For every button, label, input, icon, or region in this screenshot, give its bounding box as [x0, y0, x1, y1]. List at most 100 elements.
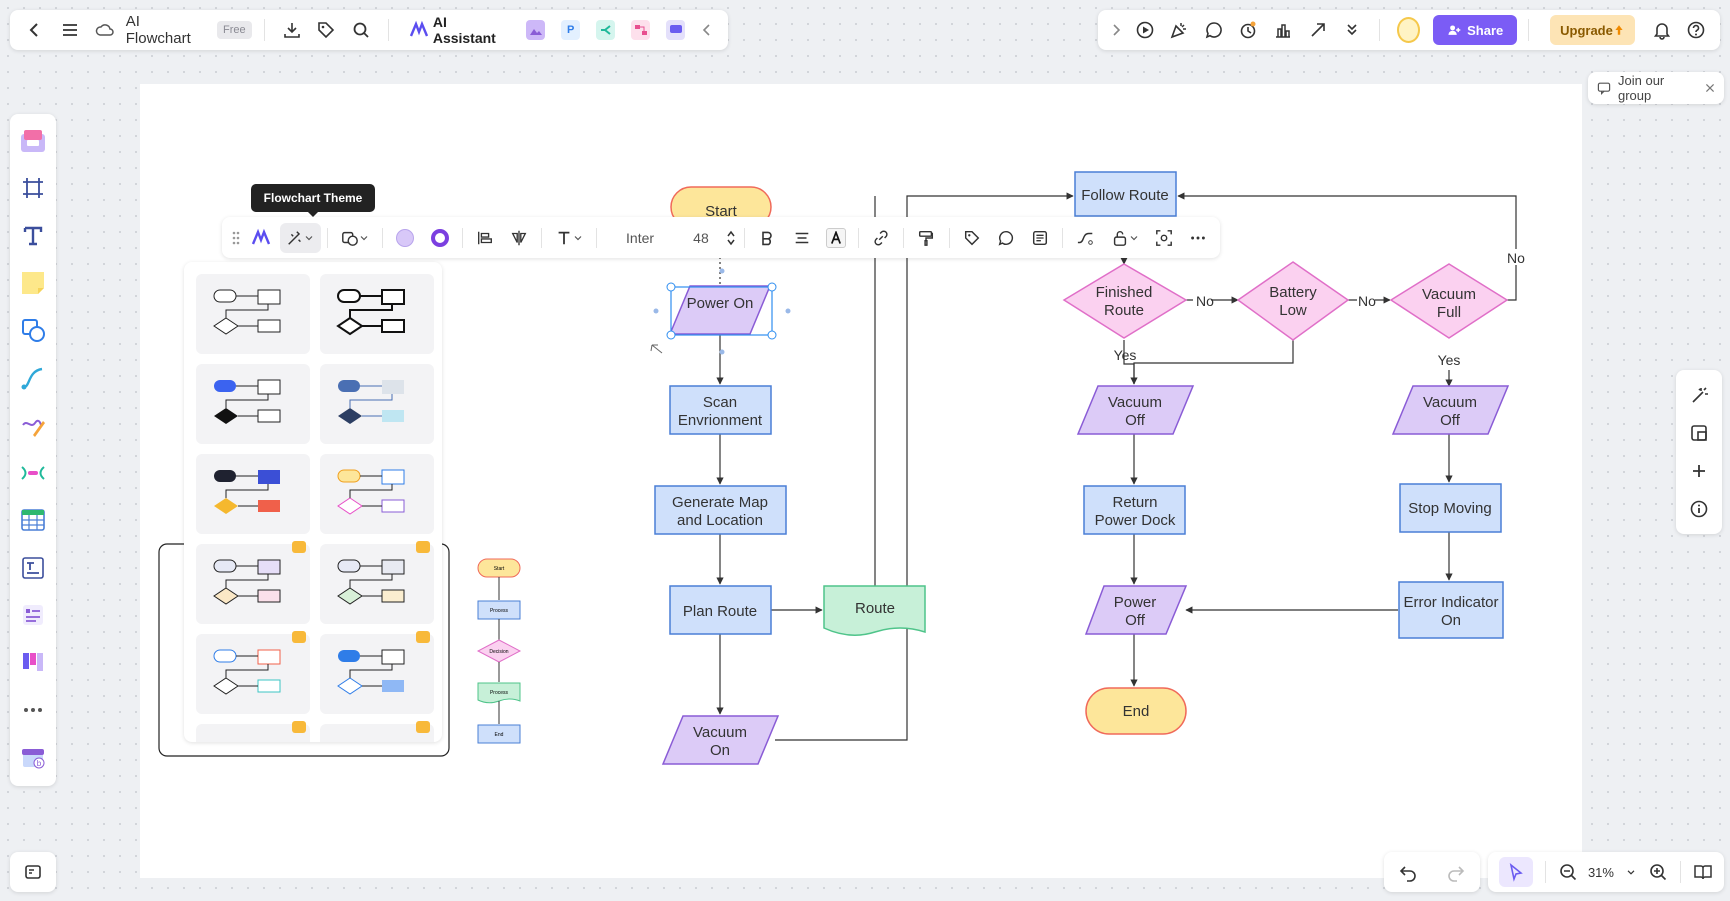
sticky-note-icon[interactable] — [14, 264, 52, 301]
theme-option-pastel-1[interactable] — [196, 541, 310, 624]
help-icon[interactable] — [1680, 14, 1712, 46]
zoom-level[interactable]: 31% — [1588, 865, 1614, 880]
more-chevrons-icon[interactable] — [1336, 14, 1368, 46]
node-route-document[interactable]: Route — [823, 585, 926, 636]
node-scan-environment[interactable]: Scan Envrionment — [669, 385, 772, 435]
text-color-icon[interactable] — [820, 223, 852, 253]
info-icon[interactable] — [1689, 499, 1709, 519]
search-icon[interactable] — [345, 14, 375, 46]
fill-color-icon[interactable] — [389, 223, 421, 253]
theme-option-more-1[interactable] — [196, 721, 310, 742]
ai-style-icon[interactable] — [245, 223, 277, 253]
tag-icon[interactable] — [955, 223, 987, 253]
node-power-on[interactable]: Power On — [653, 268, 791, 355]
align-icon[interactable] — [469, 223, 501, 253]
more-tools-icon[interactable] — [14, 691, 52, 728]
theme-option-dark-color[interactable] — [196, 454, 310, 534]
kanban-icon[interactable] — [14, 644, 52, 681]
text-block-icon[interactable] — [14, 549, 52, 586]
shapes-icon[interactable] — [14, 312, 52, 349]
mini-flowchart[interactable]: Start Process Decision Process End — [476, 558, 522, 744]
user-avatar[interactable] — [1396, 17, 1421, 43]
drag-handle-icon[interactable] — [228, 223, 243, 253]
notification-bell-icon[interactable] — [1646, 14, 1678, 46]
theme-option-bold-outline[interactable] — [320, 274, 434, 354]
redo-icon[interactable] — [1446, 862, 1466, 882]
node-return-power-dock[interactable]: Return Power Dock — [1083, 485, 1186, 535]
node-vacuum-on[interactable]: Vacuum On — [661, 715, 780, 765]
menu-icon[interactable] — [54, 14, 84, 46]
font-size-stepper-icon[interactable] — [725, 223, 738, 253]
comment-icon[interactable] — [990, 223, 1022, 253]
chat-app-icon[interactable] — [666, 20, 686, 40]
tag-icon[interactable] — [311, 14, 341, 46]
theme-option-blue[interactable] — [320, 631, 434, 714]
download-icon[interactable] — [277, 14, 307, 46]
timer-icon[interactable] — [1233, 14, 1265, 46]
focus-icon[interactable] — [1147, 223, 1179, 253]
theme-option-blue-black[interactable] — [196, 364, 310, 444]
comment-icon[interactable] — [1198, 14, 1230, 46]
back-arrow-icon[interactable] — [20, 14, 50, 46]
note-icon[interactable] — [1024, 223, 1056, 253]
theme-option-vivid-outline[interactable] — [320, 454, 434, 534]
document-title[interactable]: AI Flowchart — [126, 13, 205, 47]
table-icon[interactable] — [14, 501, 52, 538]
image-app-icon[interactable] — [526, 20, 546, 40]
node-battery-low[interactable]: Battery Low — [1236, 261, 1350, 341]
mindmap-app-icon[interactable] — [596, 20, 616, 40]
node-follow-route[interactable]: Follow Route — [1074, 171, 1177, 217]
zoom-dropdown-chevron-icon[interactable] — [1624, 866, 1638, 878]
node-stop-moving[interactable]: Stop Moving — [1399, 483, 1502, 533]
pen-icon[interactable] — [14, 407, 52, 444]
undo-icon[interactable] — [1398, 862, 1418, 882]
rotate-handle-icon[interactable] — [650, 344, 663, 354]
diagram-app-icon[interactable] — [631, 20, 651, 40]
magic-wand-icon[interactable] — [1689, 385, 1709, 405]
close-icon[interactable] — [1704, 82, 1716, 94]
layout-icon[interactable] — [1689, 423, 1709, 443]
join-group-banner[interactable]: Join our group — [1588, 72, 1724, 104]
mindmap-tool-icon[interactable] — [14, 454, 52, 491]
text-align-icon[interactable] — [785, 223, 817, 253]
play-icon[interactable] — [1129, 14, 1161, 46]
text-style-icon[interactable] — [548, 223, 590, 253]
connection-style-icon[interactable] — [1069, 223, 1101, 253]
theme-option-more-2[interactable] — [320, 721, 434, 742]
node-finished-route[interactable]: Finished Route — [1062, 263, 1188, 339]
font-family-select[interactable]: Inter — [603, 230, 677, 246]
connector-icon[interactable] — [14, 359, 52, 396]
select-cursor-icon[interactable] — [1498, 857, 1533, 887]
theme-option-pastel-2[interactable] — [320, 541, 434, 624]
shape-type-icon[interactable] — [334, 223, 376, 253]
font-size-input[interactable]: 48 — [679, 230, 723, 246]
list-icon[interactable] — [14, 596, 52, 633]
plugin-box-icon[interactable]: b — [14, 738, 52, 775]
node-vacuum-full[interactable]: Vacuum Full — [1389, 263, 1509, 339]
ai-assistant-button[interactable]: AI Assistant — [409, 14, 508, 46]
node-end[interactable]: End — [1085, 687, 1187, 735]
link-icon[interactable] — [865, 223, 897, 253]
collapse-chevron-icon[interactable] — [695, 14, 718, 46]
zoom-out-icon[interactable] — [1558, 862, 1578, 882]
node-generate-map[interactable]: Generate Map and Location — [654, 485, 787, 535]
zoom-in-icon[interactable] — [1648, 862, 1668, 882]
upgrade-button[interactable]: Upgrade — [1550, 15, 1635, 45]
border-color-icon[interactable] — [423, 223, 455, 253]
flip-icon[interactable] — [503, 223, 535, 253]
node-vacuum-off-left[interactable]: Vacuum Off — [1076, 385, 1195, 435]
vote-icon[interactable] — [1267, 14, 1299, 46]
format-painter-icon[interactable] — [910, 223, 942, 253]
more-options-icon[interactable] — [1182, 223, 1214, 253]
frame-icon[interactable] — [14, 169, 52, 206]
theme-option-outline[interactable] — [196, 274, 310, 354]
celebrate-icon[interactable] — [1164, 14, 1196, 46]
text-tool-icon[interactable] — [14, 217, 52, 254]
node-vacuum-off-right[interactable]: Vacuum Off — [1391, 385, 1510, 435]
theme-option-color-outline[interactable] — [196, 631, 310, 714]
templates-icon[interactable] — [14, 122, 52, 159]
theme-option-navy-light[interactable] — [320, 364, 434, 444]
node-error-indicator[interactable]: Error Indicator On — [1398, 581, 1504, 639]
add-icon[interactable] — [1689, 461, 1709, 481]
node-power-off[interactable]: Power Off — [1084, 585, 1188, 635]
